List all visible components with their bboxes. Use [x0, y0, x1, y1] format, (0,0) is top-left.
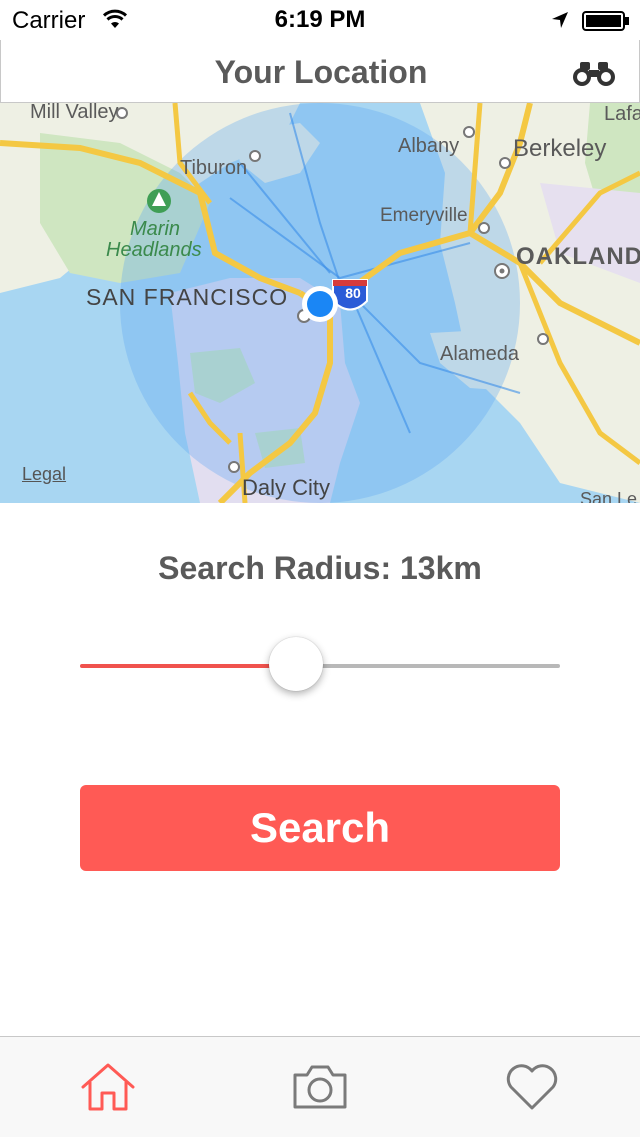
map-label-san-le: San Le [580, 489, 638, 503]
map-label-emeryville: Emeryville [380, 205, 468, 226]
location-services-icon [552, 12, 568, 28]
map-label-alameda: Alameda [440, 343, 519, 365]
map-label-berkeley: Berkeley [513, 135, 607, 162]
slider-track-empty [298, 664, 560, 668]
navigation-bar: Your Location [0, 40, 640, 103]
map-label-daly-city: Daly City [242, 475, 331, 500]
map-label-mill-valley: Mill Valley [30, 103, 119, 123]
battery-icon [582, 11, 629, 31]
camera-icon[interactable] [290, 1061, 350, 1113]
heart-icon[interactable] [502, 1061, 562, 1113]
status-bar: Carrier 6:19 PM [0, 0, 640, 40]
tab-bar [0, 1036, 640, 1137]
search-button[interactable]: Search [80, 785, 560, 871]
binoculars-icon[interactable] [571, 60, 617, 88]
map-view[interactable]: Mill Valley Tiburon Albany Berkeley Lafa… [0, 103, 640, 503]
map-label-lafa: Lafa [604, 103, 640, 125]
status-time: 6:19 PM [274, 6, 366, 33]
map-label-marin: Marin [130, 218, 181, 240]
map-label-san-francisco: SAN FRANCISCO [86, 284, 289, 310]
slider-track-filled [80, 664, 298, 668]
home-icon[interactable] [78, 1061, 138, 1113]
interstate-shield-label: 80 [345, 285, 361, 301]
page-title: Your Location [214, 54, 428, 90]
map-label-albany: Albany [398, 135, 460, 157]
map-label-headlands: Headlands [106, 239, 202, 261]
search-radius-label: Search Radius: 13km [158, 550, 482, 586]
map-label-oakland: OAKLAND [516, 243, 640, 270]
search-radius-slider[interactable] [80, 636, 560, 696]
slider-thumb[interactable] [269, 637, 323, 691]
map-label-tiburon: Tiburon [180, 157, 248, 179]
map-legal-link[interactable]: Legal [22, 464, 66, 485]
